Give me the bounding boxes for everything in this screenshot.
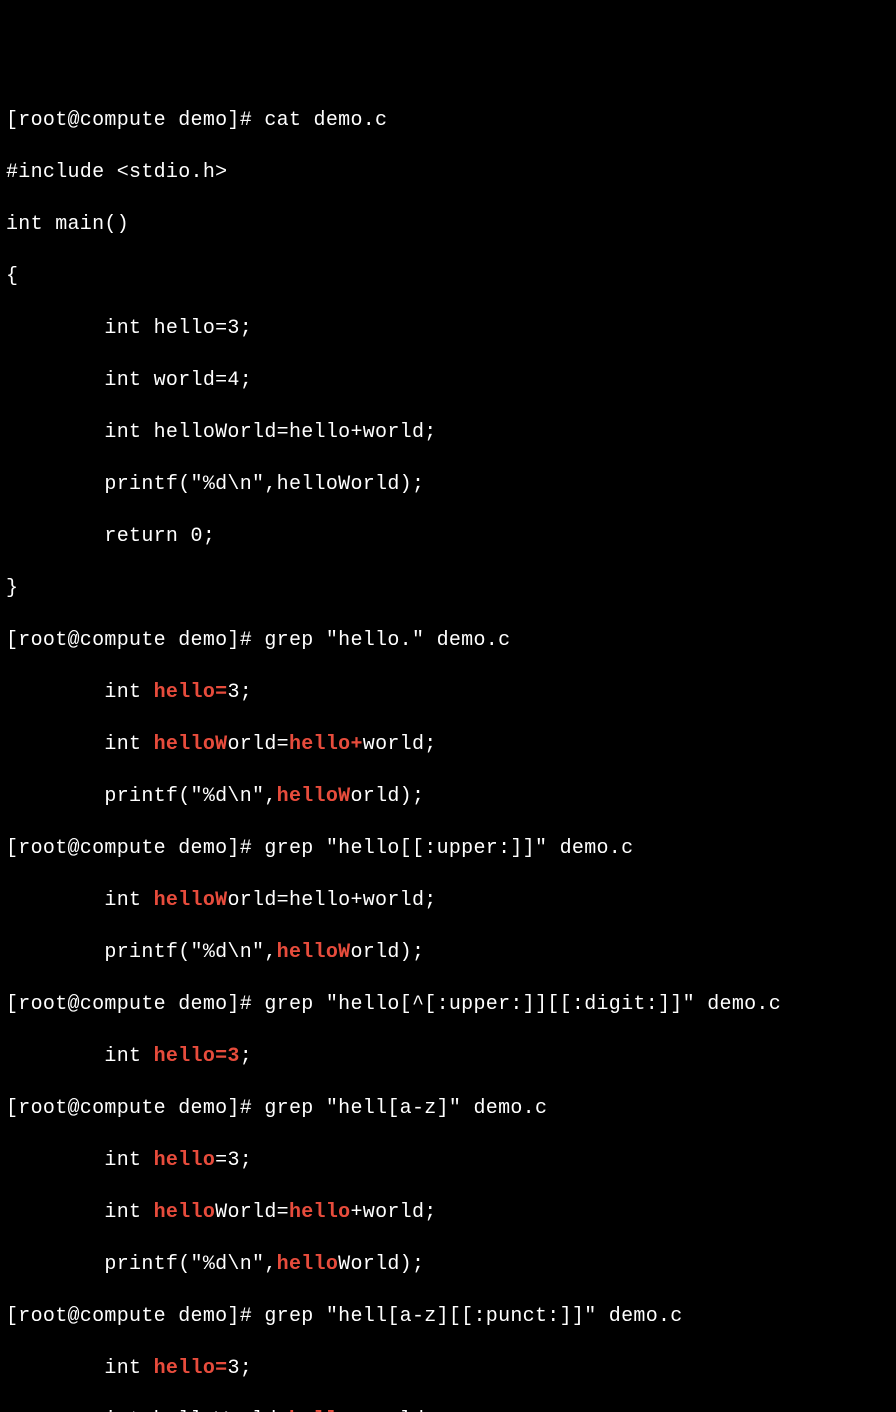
command-text: grep "hell[a-z][[:punct:]]" demo.c xyxy=(264,1305,682,1328)
output-line: int hello=3; xyxy=(6,316,890,342)
command-text: grep "hello[[:upper:]]" demo.c xyxy=(264,837,633,860)
grep-match: helloW xyxy=(154,733,228,756)
terminal-line[interactable]: [root@compute demo]# grep "hello[^[:uppe… xyxy=(6,992,890,1018)
grep-match: helloW xyxy=(277,785,351,808)
grep-match: hello=3 xyxy=(154,1045,240,1068)
grep-output-line: int helloWorld=hello+world; xyxy=(6,888,890,914)
terminal-line[interactable]: [root@compute demo]# grep "hell[a-z]" de… xyxy=(6,1096,890,1122)
output-line: } xyxy=(6,576,890,602)
output-line: int main() xyxy=(6,212,890,238)
grep-match: hello xyxy=(154,1201,216,1224)
prompt: [root@compute demo]# xyxy=(6,109,264,132)
grep-output-line: printf("%d\n",helloWorld); xyxy=(6,940,890,966)
output-line: return 0; xyxy=(6,524,890,550)
prompt: [root@compute demo]# xyxy=(6,629,264,652)
command-text: cat demo.c xyxy=(264,109,387,132)
grep-output-line: int helloWorld=hello+world; xyxy=(6,1408,890,1412)
command-text: grep "hello[^[:upper:]][[:digit:]]" demo… xyxy=(264,993,781,1016)
command-text: grep "hello." demo.c xyxy=(264,629,510,652)
terminal-line[interactable]: [root@compute demo]# grep "hello[[:upper… xyxy=(6,836,890,862)
output-line: int world=4; xyxy=(6,368,890,394)
grep-output-line: int hello=3; xyxy=(6,1148,890,1174)
grep-match: helloW xyxy=(154,889,228,912)
grep-output-line: int hello=3; xyxy=(6,1356,890,1382)
grep-match: hello= xyxy=(154,681,228,704)
grep-match: hello xyxy=(277,1253,339,1276)
terminal-line[interactable]: [root@compute demo]# grep "hell[a-z][[:p… xyxy=(6,1304,890,1330)
prompt: [root@compute demo]# xyxy=(6,1305,264,1328)
grep-output-line: int hello=3; xyxy=(6,1044,890,1070)
output-line: int helloWorld=hello+world; xyxy=(6,420,890,446)
terminal-line[interactable]: [root@compute demo]# cat demo.c xyxy=(6,108,890,134)
grep-match: hello= xyxy=(154,1357,228,1380)
grep-match: helloW xyxy=(277,941,351,964)
grep-match: hello+ xyxy=(289,733,363,756)
output-line: printf("%d\n",helloWorld); xyxy=(6,472,890,498)
prompt: [root@compute demo]# xyxy=(6,1097,264,1120)
terminal-line[interactable]: [root@compute demo]# grep "hello." demo.… xyxy=(6,628,890,654)
grep-output-line: printf("%d\n",helloWorld); xyxy=(6,1252,890,1278)
output-line: #include <stdio.h> xyxy=(6,160,890,186)
grep-output-line: int helloWorld=hello+world; xyxy=(6,732,890,758)
grep-output-line: int helloWorld=hello+world; xyxy=(6,1200,890,1226)
command-text: grep "hell[a-z]" demo.c xyxy=(264,1097,547,1120)
grep-match: hello+ xyxy=(289,1409,363,1412)
grep-match: hello xyxy=(289,1201,351,1224)
prompt: [root@compute demo]# xyxy=(6,837,264,860)
output-line: { xyxy=(6,264,890,290)
prompt: [root@compute demo]# xyxy=(6,993,264,1016)
grep-output-line: printf("%d\n",helloWorld); xyxy=(6,784,890,810)
grep-output-line: int hello=3; xyxy=(6,680,890,706)
grep-match: hello xyxy=(154,1149,216,1172)
